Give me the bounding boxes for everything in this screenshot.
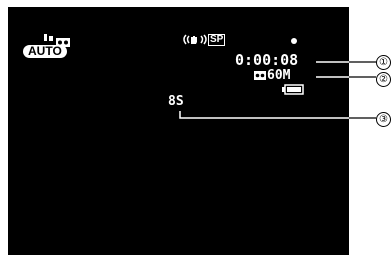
- callout-label-2: ②: [376, 72, 391, 87]
- callout-lines: [179, 61, 376, 119]
- callout-label-1: ①: [376, 55, 391, 70]
- callout-label-3: ③: [376, 112, 391, 127]
